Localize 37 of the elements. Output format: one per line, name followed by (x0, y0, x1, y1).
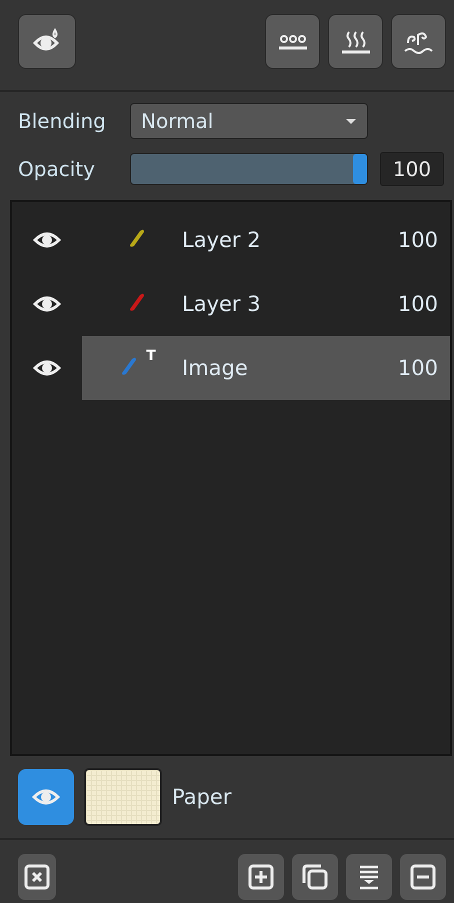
layer-item[interactable]: Layer 3 100 (82, 272, 450, 336)
duplicate-layer-button[interactable] (292, 854, 338, 900)
merge-down-button[interactable] (346, 854, 392, 900)
layer-opacity: 100 (398, 228, 438, 252)
paper-visibility-toggle[interactable] (18, 769, 74, 825)
close-icon (23, 863, 51, 891)
paper-name: Paper (172, 785, 232, 809)
close-button[interactable] (18, 854, 56, 900)
eye-icon (32, 787, 60, 807)
blending-dropdown[interactable]: Normal (130, 103, 368, 139)
paper-swatch[interactable] (84, 768, 162, 826)
delete-layer-button[interactable] (400, 854, 446, 900)
opacity-value-field[interactable]: 100 (380, 152, 444, 186)
eye-icon (33, 230, 61, 250)
opacity-label: Opacity (18, 157, 96, 181)
layer-opacity: 100 (398, 356, 438, 380)
layer-name: Layer 2 (182, 228, 262, 252)
minus-icon (409, 863, 437, 891)
eye-icon (33, 294, 61, 314)
layer-item[interactable]: T Image 100 (82, 336, 450, 400)
heat-button[interactable] (328, 14, 383, 69)
wind-button[interactable] (391, 14, 446, 69)
opacity-slider[interactable] (130, 153, 368, 185)
text-layer-marker: T (146, 348, 156, 364)
caret-icon (345, 118, 357, 124)
duplicate-icon (301, 863, 329, 891)
eye-drop-button[interactable] (18, 14, 76, 69)
drops-icon (276, 34, 308, 50)
layer-name: Layer 3 (182, 292, 262, 316)
blending-label: Blending (18, 109, 107, 133)
layer-name: Image (182, 356, 249, 380)
add-layer-button[interactable] (238, 854, 284, 900)
layer-opacity: 100 (398, 292, 438, 316)
drops-button[interactable] (265, 14, 320, 69)
plus-icon (247, 863, 275, 891)
eye-icon (33, 358, 61, 378)
layer-item[interactable]: Layer 2 100 (82, 208, 450, 272)
